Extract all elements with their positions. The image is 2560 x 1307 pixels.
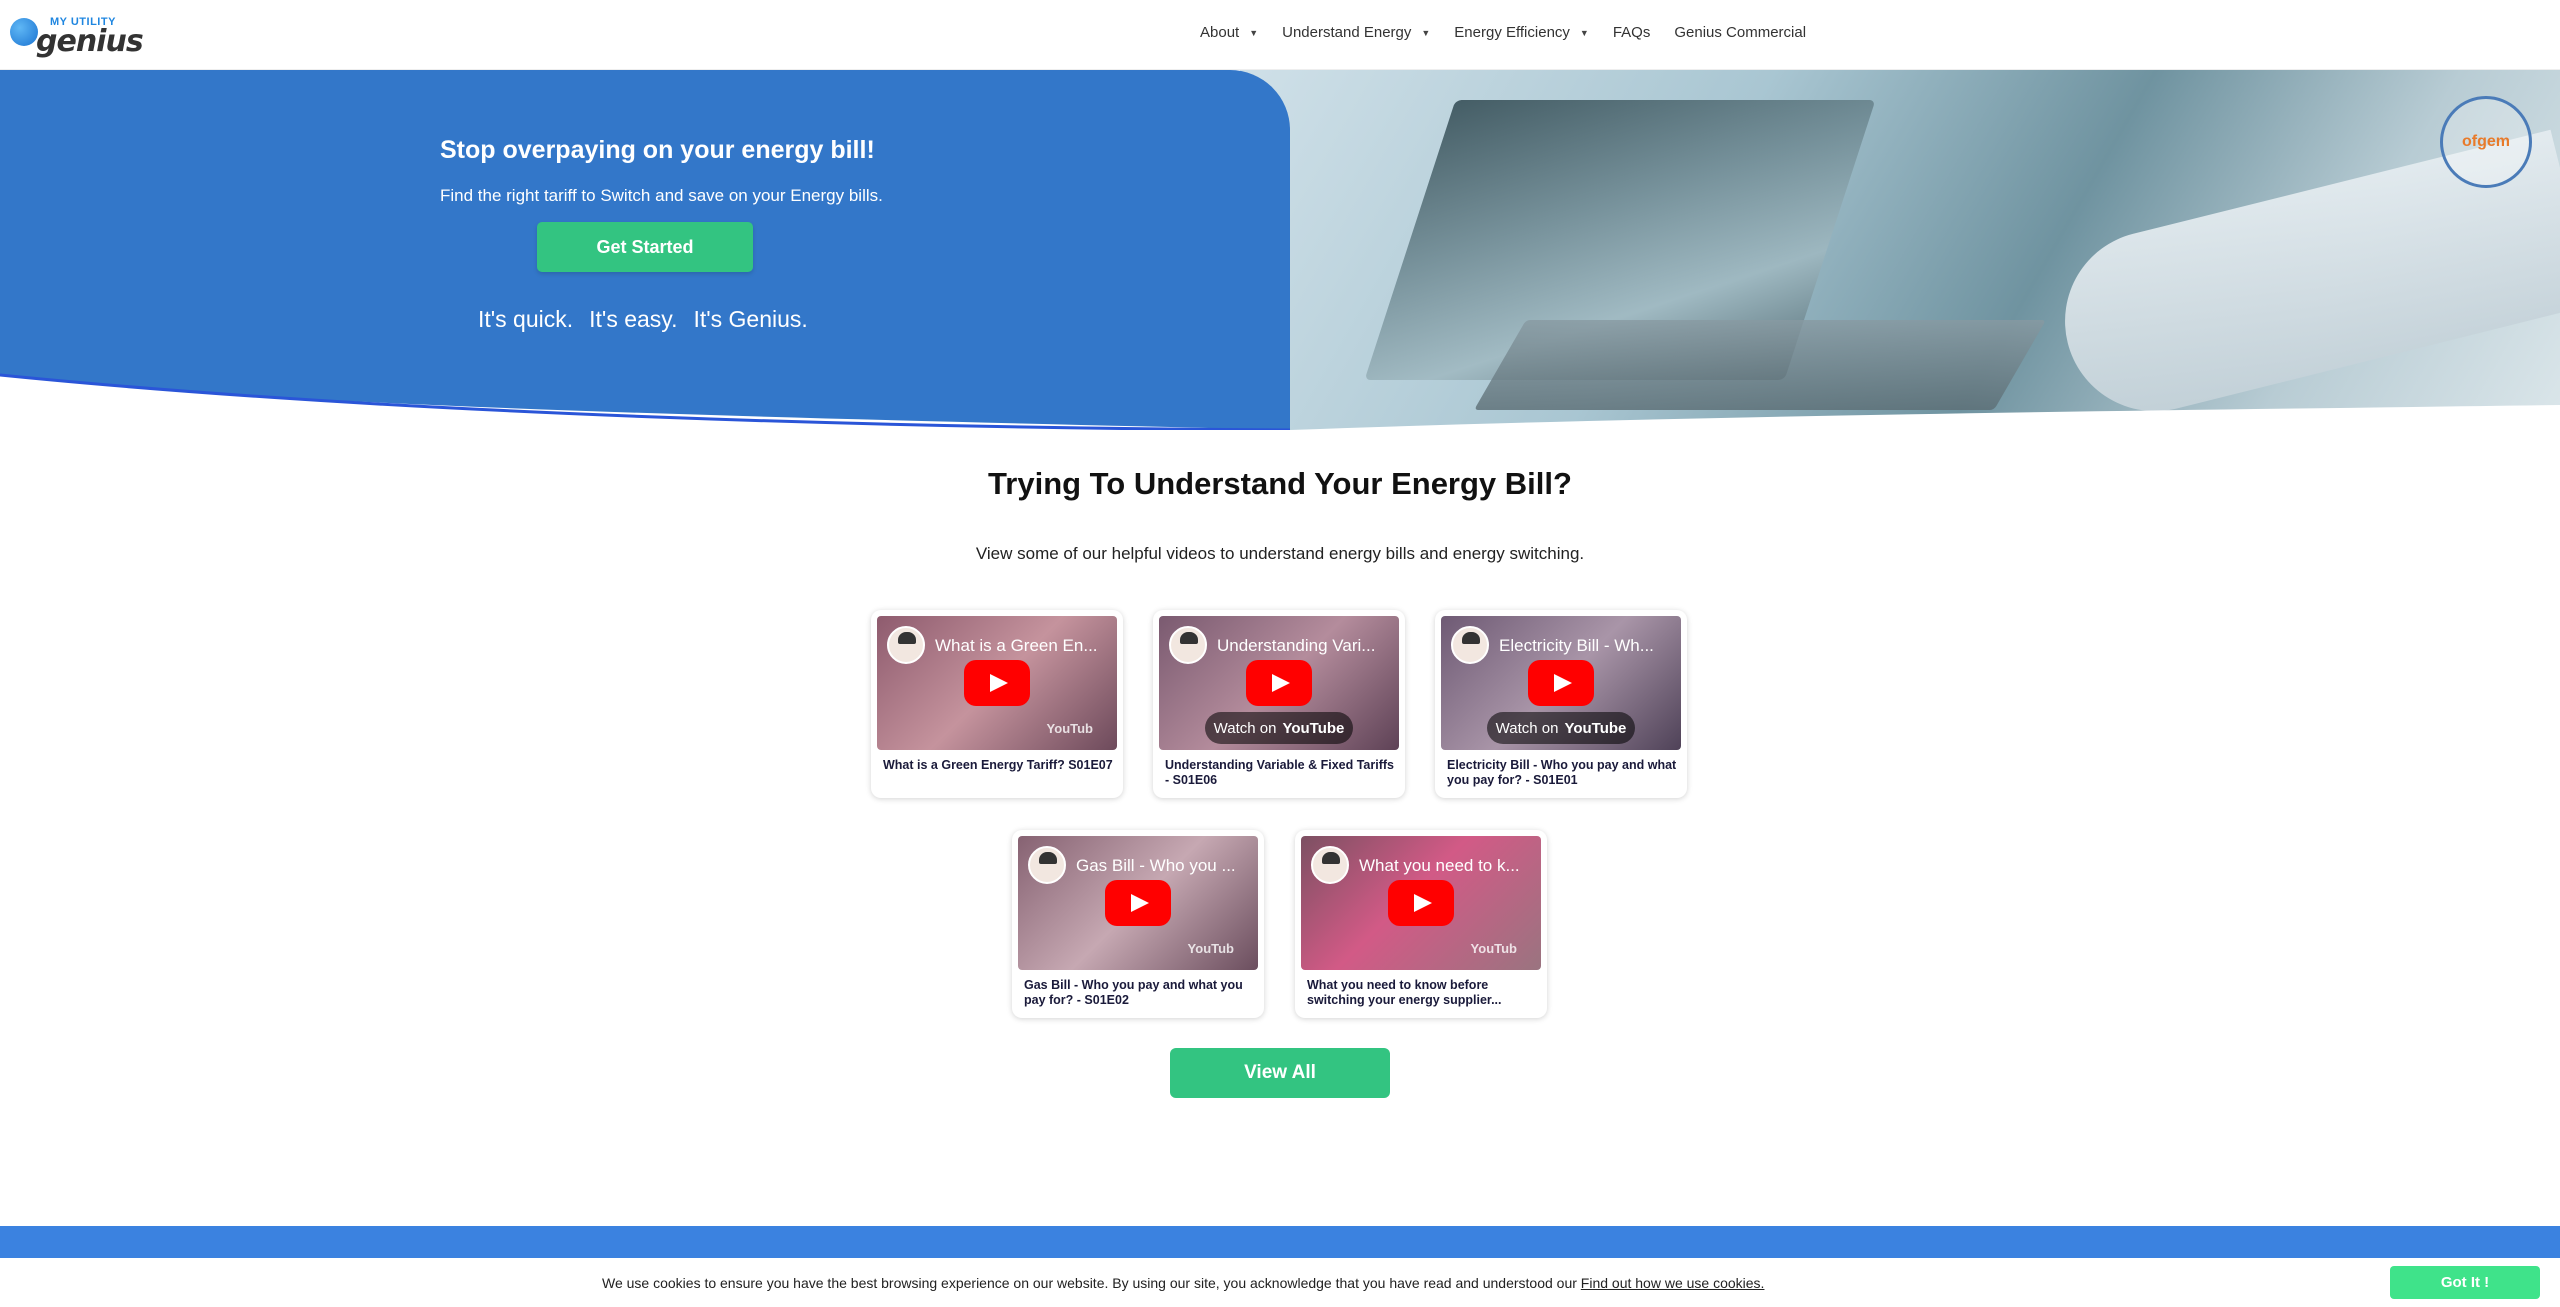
view-all-button[interactable]: View All [1170, 1048, 1390, 1098]
accept-cookies-button[interactable]: Got It ! [2390, 1266, 2540, 1299]
section-title: Trying To Understand Your Energy Bill? [988, 466, 1572, 501]
video-thumbnail[interactable]: Understanding Vari... Watch on YouTube [1159, 616, 1399, 750]
youtube-logo: YouTube [1564, 719, 1627, 737]
video-thumb-title: Gas Bill - Who you ... [1076, 856, 1236, 875]
top-nav: MY UTILITY genius About ▼ Understand Ene… [0, 0, 2560, 70]
play-icon[interactable] [1528, 660, 1594, 706]
nav-item-energy-efficiency[interactable]: Energy Efficiency ▼ [1454, 24, 1589, 41]
video-card[interactable]: Understanding Vari... Watch on YouTube U… [1153, 610, 1405, 798]
video-thumbnail[interactable]: What you need to k... YouTub [1301, 836, 1541, 970]
video-card[interactable]: What is a Green En... YouTub What is a G… [871, 610, 1123, 798]
site-logo[interactable]: MY UTILITY genius [10, 12, 145, 59]
channel-avatar [887, 626, 925, 664]
channel-avatar [1451, 626, 1489, 664]
channel-avatar [1169, 626, 1207, 664]
nav-label: Energy Efficiency [1454, 24, 1570, 41]
cookie-policy-link[interactable]: Find out how we use cookies. [1581, 1275, 1765, 1291]
hero-title: Stop overpaying on your energy bill! [440, 136, 875, 164]
youtube-corner-logo: YouTub [1187, 941, 1234, 956]
watch-on-youtube-button[interactable]: Watch on YouTube [1205, 712, 1353, 744]
youtube-corner-logo: YouTub [1046, 721, 1093, 736]
nav-item-genius-commercial[interactable]: Genius Commercial [1674, 24, 1806, 41]
play-icon[interactable] [964, 660, 1030, 706]
play-icon[interactable] [1105, 880, 1171, 926]
caret-down-icon: ▼ [1579, 27, 1589, 38]
video-thumb-title: Electricity Bill - Wh... [1499, 636, 1654, 655]
play-icon[interactable] [1388, 880, 1454, 926]
youtube-corner-logo: YouTub [1470, 941, 1517, 956]
globe-icon [10, 18, 38, 46]
video-label: Gas Bill - Who you pay and what you pay … [1024, 978, 1243, 1007]
channel-avatar [1028, 846, 1066, 884]
video-thumb-title: Understanding Vari... [1217, 636, 1376, 655]
cookie-bar: We use cookies to ensure you have the be… [0, 1258, 2560, 1307]
video-thumbnail[interactable]: What is a Green En... YouTub [877, 616, 1117, 750]
watch-on-text: Watch on [1213, 719, 1277, 737]
watch-on-text: Watch on [1495, 719, 1559, 737]
cookie-text: We use cookies to ensure you have the be… [602, 1275, 1577, 1291]
video-card[interactable]: What you need to k... YouTub What you ne… [1295, 830, 1547, 1018]
caret-down-icon: ▼ [1249, 27, 1259, 38]
video-label: What is a Green Energy Tariff? S01E07 [883, 758, 1113, 772]
caret-down-icon: ▼ [1421, 27, 1431, 38]
video-card[interactable]: Electricity Bill - Wh... Watch on YouTub… [1435, 610, 1687, 798]
nav-item-about[interactable]: About ▼ [1200, 24, 1258, 41]
hero-curve [0, 373, 2560, 430]
video-label: Electricity Bill - Who you pay and what … [1447, 758, 1677, 787]
hero-banner: ofgem Stop overpaying on your energy bil… [0, 70, 2560, 430]
video-label: Understanding Variable & Fixed Tariffs -… [1165, 758, 1394, 787]
nav-label: About [1200, 24, 1240, 41]
youtube-logo: YouTube [1282, 719, 1345, 737]
video-card[interactable]: Gas Bill - Who you ... YouTub Gas Bill -… [1012, 830, 1264, 1018]
nav-label: Understand Energy [1282, 24, 1412, 41]
section-subtitle: View some of our helpful videos to under… [975, 544, 1585, 563]
hero-subtitle: Find the right tariff to Switch and save… [440, 186, 883, 205]
video-thumbnail[interactable]: Gas Bill - Who you ... YouTub [1018, 836, 1258, 970]
play-icon[interactable] [1246, 660, 1312, 706]
hero-tagline: It's quick. It's easy. It's Genius. [478, 306, 808, 333]
tagline-easy: It's easy. [589, 306, 678, 332]
watch-on-youtube-button[interactable]: Watch on YouTube [1487, 712, 1635, 744]
cookie-message: We use cookies to ensure you have the be… [602, 1275, 1764, 1291]
video-thumb-title: What is a Green En... [935, 636, 1098, 655]
main-menu: About ▼ Understand Energy ▼ Energy Effic… [1200, 24, 1806, 41]
channel-avatar [1311, 846, 1349, 884]
nav-item-faqs[interactable]: FAQs [1613, 24, 1651, 41]
video-thumbnail[interactable]: Electricity Bill - Wh... Watch on YouTub… [1441, 616, 1681, 750]
get-started-button[interactable]: Get Started [537, 222, 753, 272]
nav-label: FAQs [1612, 24, 1651, 41]
video-thumb-title: What you need to k... [1359, 856, 1520, 875]
tagline-genius: It's Genius. [693, 306, 808, 332]
nav-item-understand-energy[interactable]: Understand Energy ▼ [1282, 24, 1430, 41]
video-label: What you need to know before switching y… [1307, 978, 1502, 1007]
logo-word: genius [36, 24, 144, 59]
tagline-quick: It's quick. [478, 306, 574, 332]
nav-label: Genius Commercial [1674, 24, 1807, 41]
